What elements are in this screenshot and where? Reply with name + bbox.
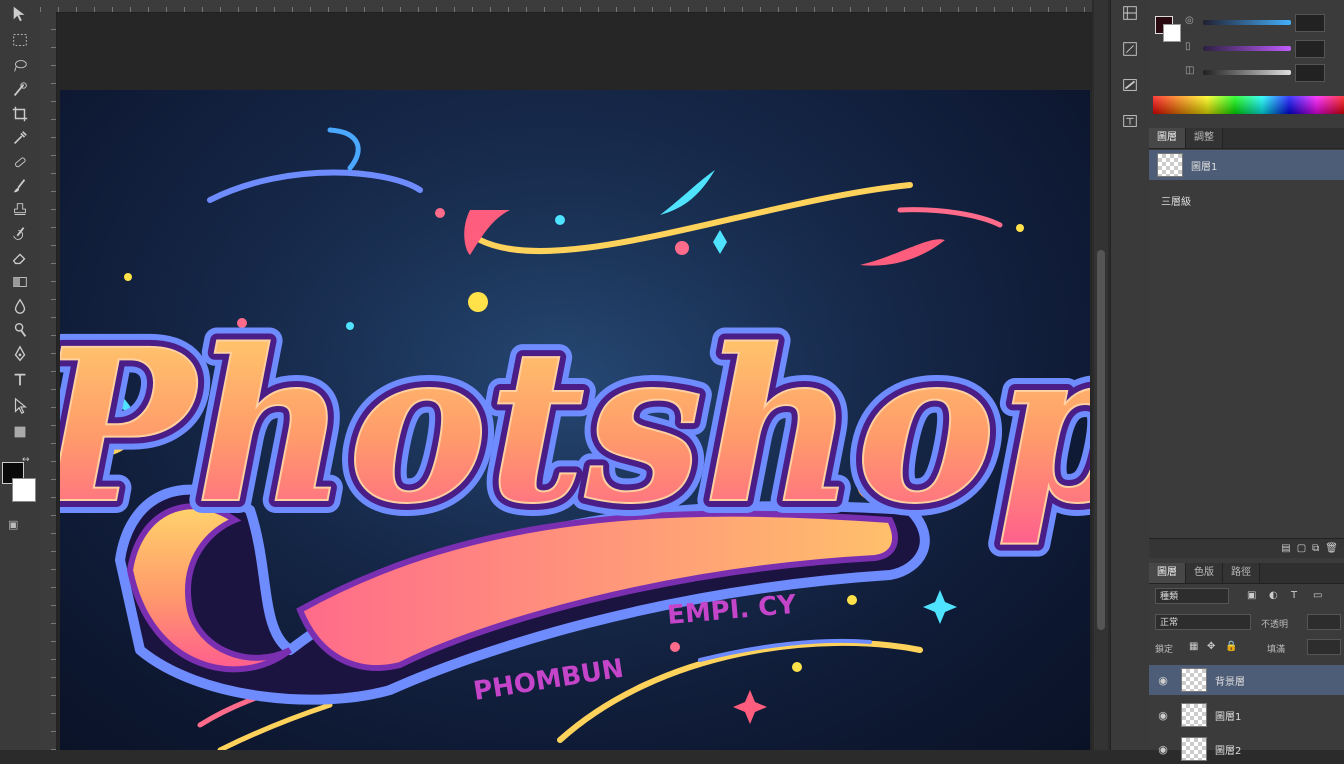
- slider-value-box[interactable]: [1295, 64, 1325, 82]
- history-panel-icon[interactable]: [1119, 2, 1141, 24]
- lock-all-icon[interactable]: 🔒: [1225, 641, 1237, 652]
- dodge-tool-icon[interactable]: [8, 320, 32, 340]
- ruler-vertical: [40, 12, 57, 750]
- clone-stamp-tool-icon[interactable]: [8, 200, 32, 220]
- middle-panel-tabs: 圖層 調整: [1149, 128, 1344, 149]
- folder-icon[interactable]: ▤: [1281, 543, 1290, 554]
- blur-tool-icon[interactable]: [8, 296, 32, 316]
- opacity-label: 不透明: [1261, 620, 1289, 630]
- eye-icon[interactable]: ◉: [1153, 709, 1173, 722]
- duplicate-icon[interactable]: ⧉: [1312, 543, 1319, 554]
- color-slider-3[interactable]: ◫: [1185, 64, 1341, 82]
- color-spectrum[interactable]: [1153, 96, 1344, 114]
- background-color-swatch[interactable]: [12, 478, 36, 502]
- lock-position-icon[interactable]: ✥: [1207, 641, 1215, 652]
- color-slider-2[interactable]: ▯: [1185, 40, 1341, 58]
- dot: [675, 241, 689, 255]
- gradient-tool-icon[interactable]: [8, 272, 32, 292]
- slider-value-box[interactable]: [1295, 14, 1325, 32]
- layers-panel-tabs: 圖層 色版 路徑: [1149, 563, 1344, 584]
- lasso-tool-icon[interactable]: [8, 56, 32, 76]
- tools-panel: ↔ ▣: [0, 0, 41, 750]
- lock-label: 鎖定: [1155, 645, 1174, 655]
- layer-name: 圖層1: [1215, 711, 1242, 723]
- shape-tool-icon[interactable]: [8, 422, 32, 442]
- layer-thumbnail: [1181, 668, 1207, 692]
- blend-mode-select[interactable]: 正常: [1155, 614, 1251, 630]
- crop-tool-icon[interactable]: [8, 104, 32, 124]
- dot: [1016, 224, 1024, 232]
- eyedropper-tool-icon[interactable]: [8, 128, 32, 148]
- slider-track[interactable]: [1203, 46, 1291, 51]
- fill-label: 填滿: [1267, 645, 1286, 655]
- dot: [670, 642, 680, 652]
- layer-kind-filter[interactable]: 種類: [1155, 588, 1229, 604]
- tab-paths[interactable]: 路徑: [1223, 563, 1260, 583]
- actions-panel-icon[interactable]: [1119, 38, 1141, 60]
- layer-thumbnail: [1181, 703, 1207, 727]
- panel-dock: [1110, 0, 1150, 750]
- eye-icon[interactable]: ◉: [1153, 743, 1173, 756]
- right-panels: ◎ ▯ ◫ 圖層 調整 圖層1 三層級 ▤ ▢ ⧉ 🗑 圖層 色版 路徑 種類 …: [1149, 0, 1344, 761]
- layer-row[interactable]: ◉ 圖層2: [1149, 734, 1344, 764]
- pen-tool-icon[interactable]: [8, 344, 32, 364]
- tab-middle-2[interactable]: 調整: [1186, 128, 1223, 148]
- lock-pixels-icon[interactable]: ▦: [1189, 641, 1198, 652]
- middle-list-item[interactable]: 圖層1: [1149, 150, 1344, 180]
- delete-icon[interactable]: 🗑: [1325, 543, 1338, 554]
- filter-type-icon[interactable]: T: [1291, 590, 1297, 601]
- slider-track[interactable]: [1203, 70, 1291, 75]
- filter-adjust-icon[interactable]: ◐: [1269, 590, 1278, 601]
- layer-name: 圖層2: [1215, 745, 1242, 757]
- type-tool-icon[interactable]: [8, 370, 32, 390]
- middle-list-item[interactable]: 三層級: [1149, 185, 1344, 215]
- item-label: 圖層1: [1191, 161, 1218, 173]
- history-brush-tool-icon[interactable]: [8, 224, 32, 244]
- quick-select-tool-icon[interactable]: [8, 80, 32, 100]
- new-item-icon[interactable]: ▢: [1297, 543, 1306, 554]
- filter-pixel-icon[interactable]: ▣: [1247, 590, 1256, 601]
- opacity-field[interactable]: [1307, 614, 1341, 630]
- character-panel-icon[interactable]: [1119, 110, 1141, 132]
- marquee-tool-icon[interactable]: [8, 30, 32, 50]
- brush-tool-icon[interactable]: [8, 176, 32, 196]
- layer-row[interactable]: ◉ 圖層1: [1149, 700, 1344, 730]
- headline-text: Photshop: [60, 303, 1090, 550]
- filter-shape-icon[interactable]: ▭: [1313, 590, 1322, 601]
- item-thumbnail: [1157, 153, 1183, 177]
- document-canvas[interactable]: Photshop Photshop Photshop PHOMBUN EMPI.…: [60, 90, 1090, 750]
- layer-thumbnail: [1181, 737, 1207, 761]
- move-tool-icon[interactable]: [8, 4, 32, 24]
- color-panel-background[interactable]: [1163, 24, 1181, 42]
- color-slider-1[interactable]: ◎: [1185, 14, 1341, 32]
- dot: [435, 208, 445, 218]
- layer-row[interactable]: ◉ 背景層: [1149, 665, 1344, 695]
- brush-presets-icon[interactable]: [1119, 74, 1141, 96]
- tab-channels[interactable]: 色版: [1186, 563, 1223, 583]
- layer-name: 背景層: [1215, 676, 1245, 688]
- ruler-horizontal: [40, 0, 1092, 13]
- dot: [792, 662, 802, 672]
- eraser-tool-icon[interactable]: [8, 248, 32, 268]
- tab-layers[interactable]: 圖層: [1149, 563, 1186, 583]
- fill-field[interactable]: [1307, 639, 1341, 655]
- dot: [124, 273, 132, 281]
- dot: [555, 215, 565, 225]
- eye-icon[interactable]: ◉: [1153, 674, 1173, 687]
- healing-brush-tool-icon[interactable]: [8, 152, 32, 172]
- blend-mode-value: 正常: [1160, 618, 1179, 628]
- path-select-tool-icon[interactable]: [8, 396, 32, 416]
- kind-label: 種類: [1160, 592, 1179, 602]
- slider-value-box[interactable]: [1295, 40, 1325, 58]
- quick-mask-icon[interactable]: ▣: [8, 518, 18, 531]
- dot: [847, 595, 857, 605]
- item-label: 三層級: [1161, 196, 1191, 208]
- tab-middle-1[interactable]: 圖層: [1149, 128, 1186, 148]
- lettering-artwork: Photshop Photshop Photshop PHOMBUN EMPI.…: [60, 90, 1090, 750]
- slider-track[interactable]: [1203, 20, 1291, 25]
- canvas-scrollbar-thumb[interactable]: [1097, 250, 1105, 630]
- middle-panel-footer: ▤ ▢ ⧉ 🗑: [1149, 538, 1344, 558]
